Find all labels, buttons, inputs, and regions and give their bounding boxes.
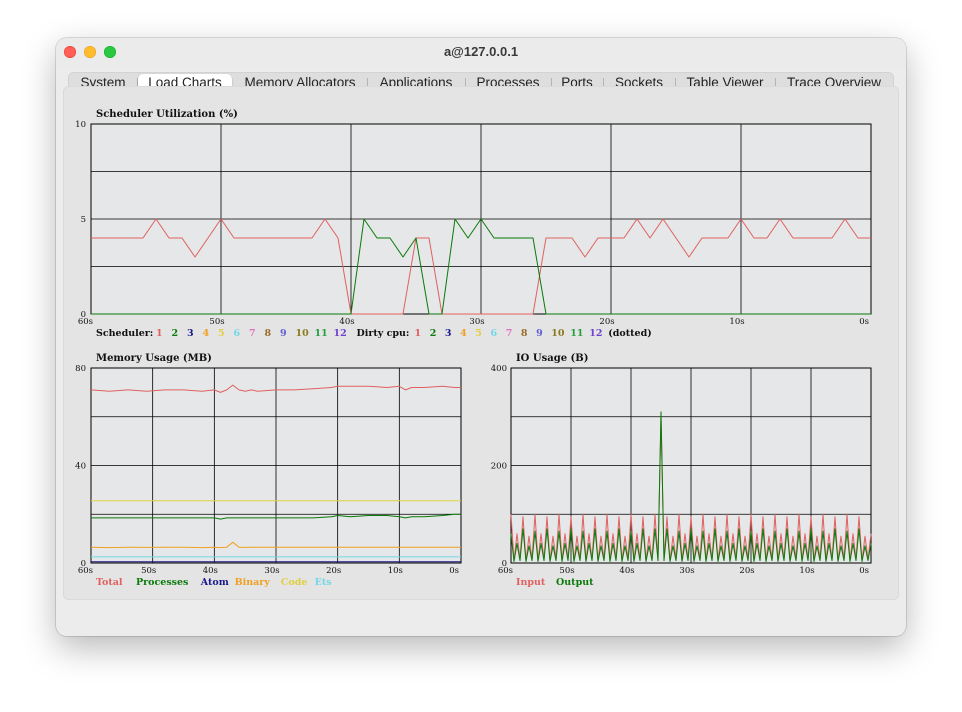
scheduler-legend-label: Scheduler: bbox=[96, 328, 153, 339]
memory-usage-legend-item: Processes bbox=[136, 577, 188, 588]
dirty-cpu-legend-item: 1 bbox=[415, 328, 422, 339]
memory-usage-x-tick-label: 20s bbox=[326, 566, 341, 576]
memory-usage-x-tick-label: 50s bbox=[141, 566, 156, 576]
dirty-cpu-legend-item: 3 bbox=[445, 328, 452, 339]
io-usage-x-tick-label: 20s bbox=[739, 566, 754, 576]
dirty-cpu-legend-item: 2 bbox=[430, 328, 437, 339]
memory-usage-legend-item: Total bbox=[96, 577, 123, 588]
scheduler-utilization-legend-item: 11 bbox=[315, 328, 328, 339]
memory-usage-x-tick-label: 0s bbox=[449, 566, 459, 576]
io-usage-x-tick-label: 30s bbox=[679, 566, 694, 576]
scheduler-utilization-x-tick-label: 10s bbox=[729, 317, 744, 327]
scheduler-utilization-legend-item: 1 bbox=[156, 328, 163, 339]
io-usage-y-tick-label: 200 bbox=[491, 462, 507, 472]
dirty-cpu-legend-item: 8 bbox=[521, 328, 528, 339]
memory-usage-y-tick-label: 80 bbox=[75, 364, 86, 374]
io-usage-x-tick-label: 50s bbox=[559, 566, 574, 576]
memory-usage-x-tick-label: 60s bbox=[78, 566, 93, 576]
dirty-cpu-legend-note: (dotted) bbox=[608, 328, 651, 339]
memory-usage-title: Memory Usage (MB) bbox=[96, 353, 212, 364]
scheduler-utilization-legend-item: 10 bbox=[296, 328, 310, 339]
scheduler-utilization-title: Scheduler Utilization (%) bbox=[96, 109, 238, 120]
dirty-cpu-legend-item: 6 bbox=[491, 328, 498, 339]
io-usage-x-tick-label: 60s bbox=[498, 566, 513, 576]
scheduler-utilization-x-tick-label: 50s bbox=[209, 317, 224, 327]
io-usage-title: IO Usage (B) bbox=[516, 353, 588, 364]
scheduler-utilization-legend-item: 4 bbox=[203, 328, 210, 339]
scheduler-utilization-legend-item: 6 bbox=[234, 328, 241, 339]
memory-usage-y-tick-label: 40 bbox=[75, 462, 86, 472]
memory-usage-legend-item: Code bbox=[281, 577, 308, 588]
dirty-cpu-legend-item: 12 bbox=[589, 328, 602, 339]
dirty-cpu-legend-label: Dirty cpu: bbox=[357, 328, 410, 339]
scheduler-utilization-legend-item: 12 bbox=[334, 328, 347, 339]
dirty-cpu-legend-item: 5 bbox=[475, 328, 482, 339]
dirty-cpu-legend-item: 7 bbox=[506, 328, 513, 339]
scheduler-utilization-x-tick-label: 0s bbox=[859, 317, 869, 327]
dirty-cpu-legend-item: 9 bbox=[536, 328, 543, 339]
memory-usage-x-tick-label: 40s bbox=[203, 566, 218, 576]
io-usage-x-tick-label: 40s bbox=[619, 566, 634, 576]
load-charts: Scheduler Utilization (%)051060s 50s 40s 30… bbox=[75, 109, 872, 588]
scheduler-utilization-x-tick-label: 30s bbox=[469, 317, 484, 327]
dirty-cpu-legend-item: 11 bbox=[570, 328, 583, 339]
scheduler-utilization-legend-item: 9 bbox=[280, 328, 287, 339]
scheduler-utilization-legend-item: 7 bbox=[249, 328, 256, 339]
memory-usage-x-tick-label: 30s bbox=[264, 566, 279, 576]
scheduler-utilization-legend-item: 5 bbox=[218, 328, 225, 339]
dirty-cpu-legend-item: 4 bbox=[460, 328, 467, 339]
scheduler-utilization-y-tick-label: 10 bbox=[75, 120, 86, 130]
memory-usage-legend-item: Binary bbox=[235, 577, 271, 588]
scheduler-utilization-x-tick-label: 60s bbox=[78, 317, 93, 327]
scheduler-utilization-x-tick-label: 40s bbox=[339, 317, 354, 327]
scheduler-utilization-x-tick-label: 20s bbox=[599, 317, 614, 327]
io-usage-y-tick-label: 400 bbox=[491, 364, 507, 374]
io-usage-legend-item: Output bbox=[556, 577, 594, 588]
memory-usage-legend-item: Ets bbox=[315, 577, 332, 588]
dirty-cpu-legend-item: 10 bbox=[551, 328, 565, 339]
scheduler-utilization-legend-item: 8 bbox=[265, 328, 272, 339]
io-usage-x-tick-label: 10s bbox=[799, 566, 814, 576]
io-usage-x-tick-label: 0s bbox=[859, 566, 869, 576]
scheduler-utilization-y-tick-label: 5 bbox=[81, 215, 86, 225]
scheduler-utilization-legend-item: 2 bbox=[172, 328, 179, 339]
io-usage-legend-item: Input bbox=[516, 577, 546, 588]
memory-usage-legend-item: Atom bbox=[200, 577, 229, 588]
scheduler-utilization-legend-item: 3 bbox=[187, 328, 194, 339]
memory-usage-x-tick-label: 10s bbox=[388, 566, 403, 576]
